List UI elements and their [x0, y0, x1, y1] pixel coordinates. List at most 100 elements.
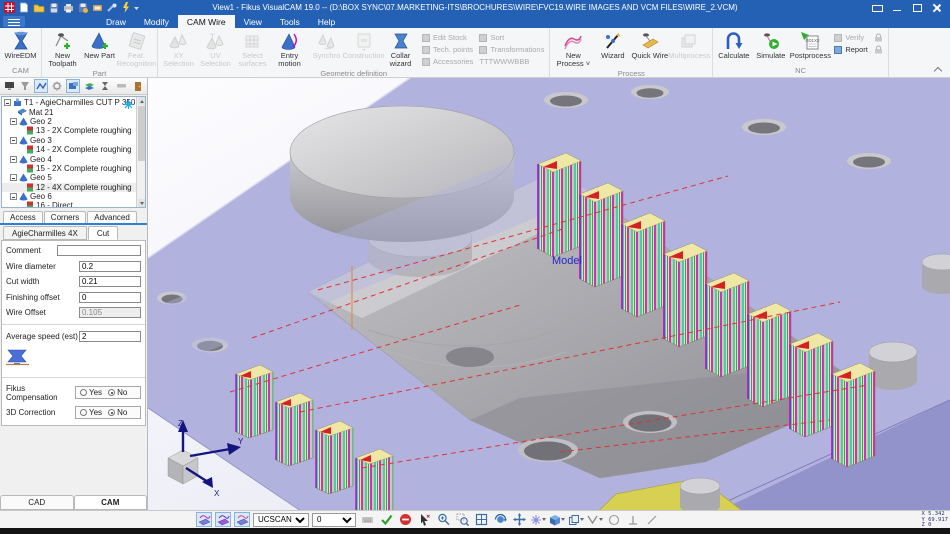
iso-view-cube-dropdown[interactable]: [549, 512, 565, 527]
expander-icon[interactable]: [10, 118, 17, 125]
comment-field[interactable]: [57, 245, 141, 256]
confirm-check-icon[interactable]: [378, 512, 394, 527]
uv-selection-button[interactable]: UV Selection: [197, 29, 234, 68]
tab-help[interactable]: Help: [309, 15, 344, 28]
zoom-fit-icon[interactable]: [473, 512, 489, 527]
zoom-in-icon[interactable]: [435, 512, 451, 527]
level-select[interactable]: 0: [312, 513, 356, 527]
favorite-star-icon[interactable]: [124, 100, 133, 109]
xy-selection-button[interactable]: XY Selection: [160, 29, 197, 68]
save-all-icon[interactable]: [78, 3, 88, 13]
tree-item-toolpath[interactable]: 16 - Direct: [2, 201, 136, 208]
main-menu-button[interactable]: [3, 16, 25, 27]
orbit-icon[interactable]: [492, 512, 508, 527]
tree-item-toolpath[interactable]: 13 - 2X Complete roughing: [2, 126, 136, 135]
viewport-3d[interactable]: Model Z Y X: [148, 78, 950, 510]
tree-item-geo[interactable]: Geo 4: [2, 154, 136, 163]
expander-icon[interactable]: [10, 137, 17, 144]
tab-access[interactable]: Access: [3, 211, 43, 223]
wizard-button[interactable]: Wizard: [594, 29, 631, 68]
tab-cad[interactable]: CAD: [0, 495, 74, 510]
report-button[interactable]: Report: [834, 45, 868, 54]
feat-recognition-button[interactable]: Feat. Recognition: [118, 29, 155, 68]
tree-scrollbar[interactable]: [136, 97, 145, 207]
wire-edm-button[interactable]: WireEDM: [2, 29, 39, 65]
line-tool-icon[interactable]: [644, 512, 660, 527]
qat-overflow-icon[interactable]: [134, 4, 140, 12]
tree-root[interactable]: T1 - AgieCharmilles CUT P 350: [2, 98, 136, 107]
circle-tool-icon[interactable]: [606, 512, 622, 527]
tab-tools[interactable]: Tools: [271, 15, 309, 28]
tab-advanced[interactable]: Advanced: [87, 211, 137, 223]
part-box-icon[interactable]: [66, 79, 80, 93]
select-cursor-icon[interactable]: [416, 512, 432, 527]
multiprocess-button[interactable]: Multiprocess: [668, 29, 710, 68]
postprocess-button[interactable]: G01X2 Postprocess: [789, 29, 831, 65]
expander-icon[interactable]: [10, 174, 17, 181]
exit-door-icon[interactable]: [131, 79, 145, 93]
edit-stock-button[interactable]: Edit Stock: [422, 33, 473, 42]
scroll-thumb[interactable]: [138, 106, 145, 161]
display-mode-dropdown[interactable]: [587, 512, 603, 527]
average-speed-field[interactable]: [79, 331, 141, 342]
tools-icon[interactable]: [107, 3, 118, 13]
tree-item-geo[interactable]: Geo 6: [2, 192, 136, 201]
maximize-button[interactable]: [912, 3, 922, 12]
tab-machine[interactable]: AgieCharmilles 4X: [3, 226, 87, 240]
keyboard-icon[interactable]: [359, 512, 375, 527]
tab-cut[interactable]: Cut: [88, 226, 118, 240]
tree-item-toolpath[interactable]: 14 - 2X Complete roughing: [2, 145, 136, 154]
accessories-button[interactable]: Accessories: [422, 57, 473, 66]
tab-corners[interactable]: Corners: [44, 211, 86, 223]
view-plane-uv-icon[interactable]: [215, 512, 231, 527]
open-file-icon[interactable]: [33, 3, 45, 13]
tab-cam-wire[interactable]: CAM Wire: [178, 15, 235, 28]
tab-modify[interactable]: Modify: [135, 15, 178, 28]
tree-item-toolpath[interactable]: 12 - 4X Complete roughing: [2, 183, 136, 192]
axis-views-dropdown[interactable]: [530, 512, 546, 527]
zoom-window-icon[interactable]: [454, 512, 470, 527]
tree-item-toolpath[interactable]: 15 - 2X Complete roughing: [2, 164, 136, 173]
lightning-icon[interactable]: [122, 2, 130, 13]
wire-diameter-field[interactable]: [79, 261, 141, 272]
transformations-button[interactable]: Transformations: [479, 45, 544, 54]
new-file-icon[interactable]: [19, 2, 29, 13]
perpendicular-snap-icon[interactable]: [625, 512, 641, 527]
view-plane-xy-icon[interactable]: [196, 512, 212, 527]
3d-correction-yes[interactable]: Yes: [80, 408, 102, 417]
construction-button[interactable]: Construction: [345, 29, 382, 68]
quick-wire-button[interactable]: Quick Wire: [631, 29, 668, 68]
new-process-button[interactable]: New Process ˅: [552, 29, 594, 68]
save-icon[interactable]: [49, 3, 59, 13]
erase-icon[interactable]: [114, 79, 128, 93]
tree-item-geo[interactable]: Geo 3: [2, 136, 136, 145]
model-scene[interactable]: Model Z Y X: [148, 78, 950, 510]
copy-view-dropdown[interactable]: [568, 512, 584, 527]
synchro-button[interactable]: Synchro: [308, 29, 345, 68]
screen-view-icon[interactable]: [2, 79, 16, 93]
tech-points-button[interactable]: Tech. points: [422, 45, 473, 54]
view-plane-sync-icon[interactable]: [234, 512, 250, 527]
new-part-button[interactable]: New Part: [81, 29, 118, 68]
layers-icon[interactable]: [82, 79, 96, 93]
wire-path-icon[interactable]: [34, 79, 48, 93]
ribbon-collapse-chevron[interactable]: [934, 67, 942, 73]
simulate-button[interactable]: Simulate: [752, 29, 789, 65]
cancel-icon[interactable]: [397, 512, 413, 527]
calculate-button[interactable]: Calculate: [715, 29, 752, 65]
collar-wizard-button[interactable]: Collar wizard: [382, 29, 419, 68]
expander-icon[interactable]: [4, 99, 11, 106]
pan-icon[interactable]: [511, 512, 527, 527]
screen-icon[interactable]: [872, 3, 882, 12]
tree-item-geo[interactable]: Geo 5: [2, 173, 136, 182]
3d-correction-no[interactable]: No: [108, 408, 127, 417]
entry-motion-button[interactable]: Entry motion: [271, 29, 308, 68]
select-surfaces-button[interactable]: Select surfaces: [234, 29, 271, 68]
fikus-compensation-yes[interactable]: Yes: [80, 388, 102, 397]
scroll-down-icon[interactable]: [138, 199, 145, 207]
finishing-offset-field[interactable]: [79, 292, 141, 303]
sort-button[interactable]: Sort: [479, 33, 544, 42]
minimize-button[interactable]: [892, 3, 902, 12]
tab-view[interactable]: View: [235, 15, 271, 28]
hourglass-icon[interactable]: [98, 79, 112, 93]
